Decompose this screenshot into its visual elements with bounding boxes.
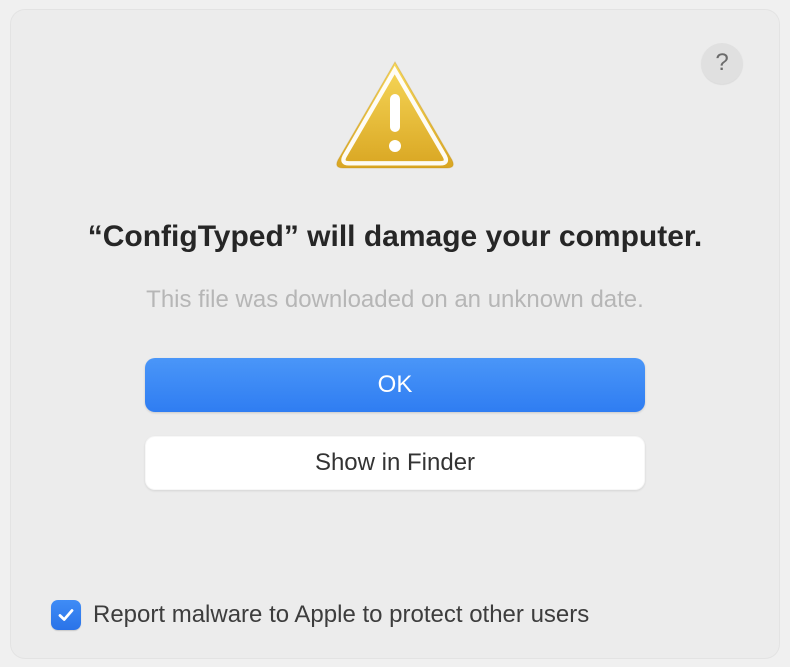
show-in-finder-button[interactable]: Show in Finder (145, 436, 645, 490)
dialog-title: “ConfigTyped” will damage your computer. (88, 217, 703, 256)
dialog-content: “ConfigTyped” will damage your computer.… (51, 44, 739, 540)
warning-icon (330, 56, 460, 179)
ok-button[interactable]: OK (145, 358, 645, 412)
gatekeeper-warning-dialog: ? “ConfigTyped” will damage your compute… (11, 10, 779, 658)
button-group: OK Show in Finder (145, 358, 645, 490)
report-malware-row: Report malware to Apple to protect other… (51, 600, 589, 630)
dialog-subtitle: This file was downloaded on an unknown d… (146, 286, 644, 314)
report-malware-label: Report malware to Apple to protect other… (93, 601, 589, 629)
report-malware-checkbox[interactable] (51, 600, 81, 630)
checkmark-icon (56, 605, 76, 625)
